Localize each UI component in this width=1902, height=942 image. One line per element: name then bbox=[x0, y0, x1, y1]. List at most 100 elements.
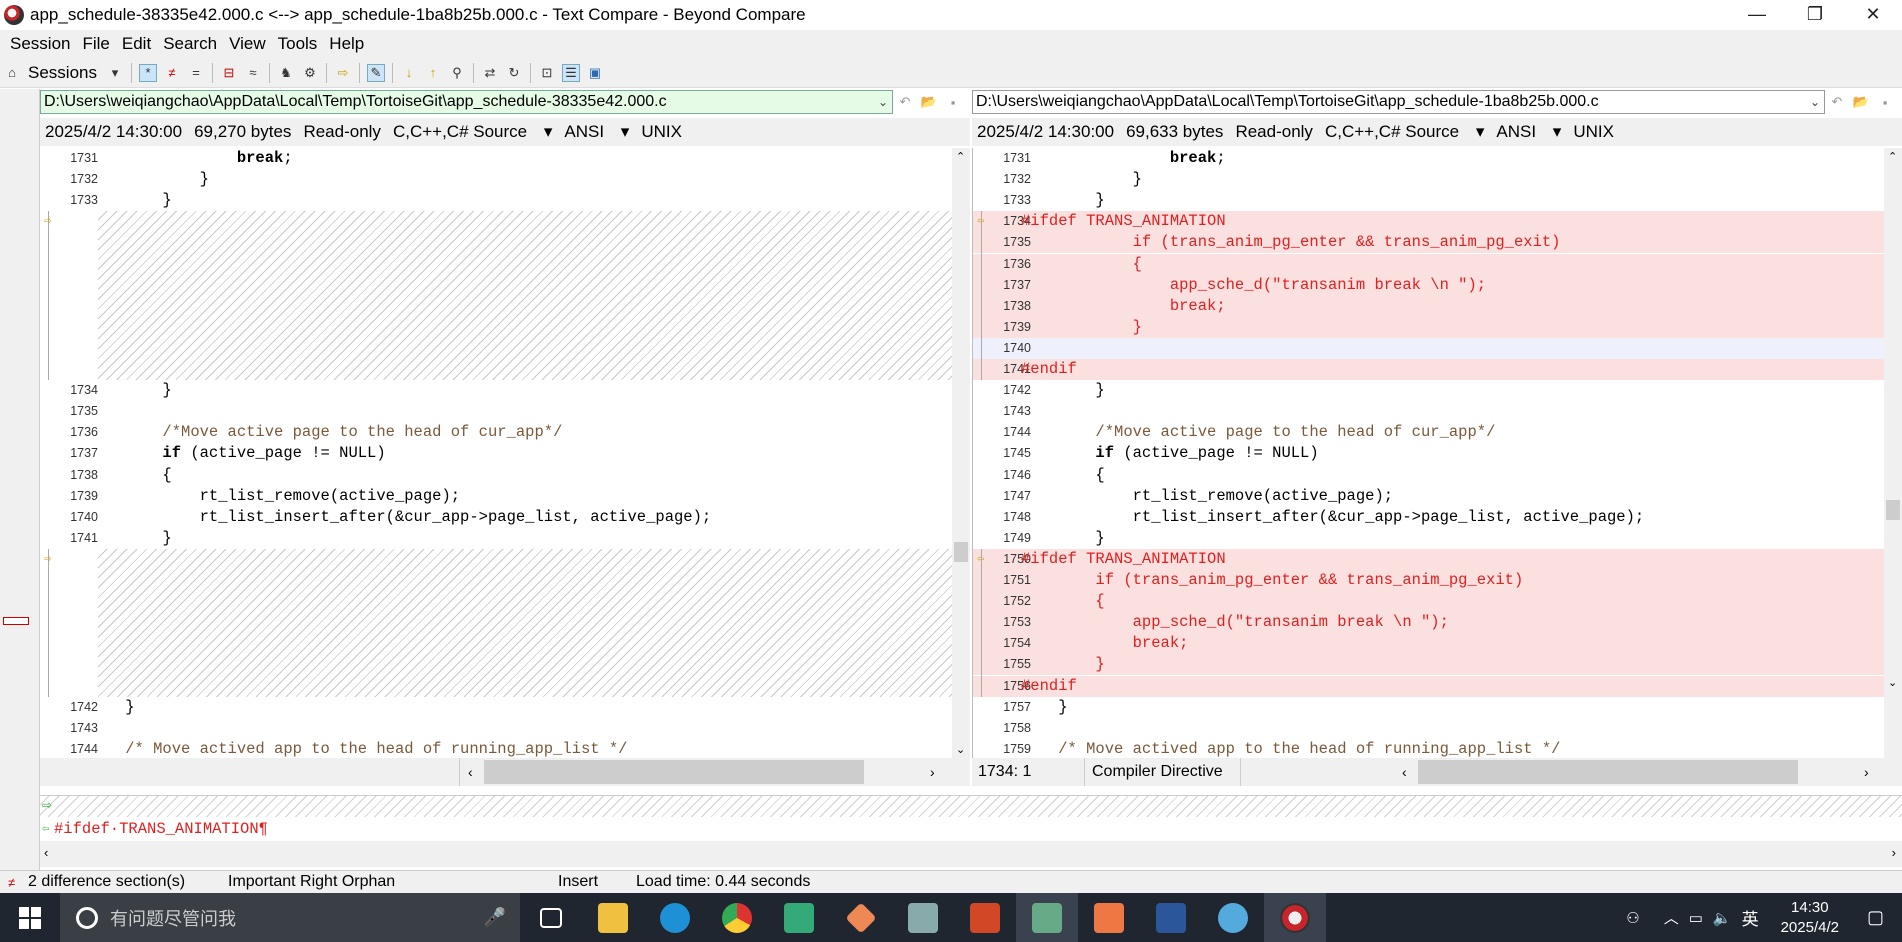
right-code-line[interactable]: 1755 } bbox=[973, 654, 1884, 676]
restore-button[interactable]: ❐ bbox=[1786, 0, 1844, 29]
thumbnail-gutter[interactable] bbox=[0, 89, 40, 873]
right-code-line[interactable]: 1752 { bbox=[973, 591, 1884, 613]
right-code-line[interactable]: 1743 bbox=[973, 401, 1884, 422]
detail-scrollbar[interactable]: ‹ › bbox=[40, 841, 1902, 867]
left-open-folder-icon[interactable]: 📂 bbox=[920, 93, 938, 111]
next-diff-icon[interactable]: ↓ bbox=[400, 64, 418, 82]
chrome-icon[interactable] bbox=[706, 893, 768, 942]
left-code-line[interactable]: 1738 { bbox=[40, 465, 970, 486]
right-code-line[interactable]: 1736 { bbox=[973, 253, 1884, 275]
left-code-line[interactable]: 1744 /* Move actived app to the head of … bbox=[40, 739, 970, 758]
left-code-line[interactable]: 1739 rt_list_remove(active_page); bbox=[40, 486, 970, 507]
home-icon[interactable]: ⌂ bbox=[3, 64, 21, 82]
left-code-line[interactable]: 1733 } bbox=[40, 190, 970, 211]
menu-search[interactable]: Search bbox=[163, 34, 217, 54]
left-code-line[interactable]: 1743 bbox=[40, 718, 970, 739]
format-icon[interactable]: ⚙ bbox=[301, 64, 319, 82]
find-binoculars-icon[interactable]: ⚲ bbox=[448, 64, 466, 82]
notification-icon[interactable]: ▢ bbox=[1867, 907, 1884, 928]
scroll-up-icon[interactable]: ⌃ bbox=[1888, 150, 1897, 163]
right-horizontal-scrollbar[interactable]: 1734: 1 Compiler Directive ‹ › bbox=[972, 758, 1902, 786]
clock[interactable]: 14:30 2025/4/2 bbox=[1781, 898, 1839, 938]
right-code-line[interactable]: 1732 } bbox=[973, 169, 1884, 190]
right-diff-arrow-icon[interactable]: ⇦ bbox=[977, 215, 991, 227]
word-icon[interactable] bbox=[1140, 893, 1202, 942]
similar-icon[interactable]: ≈ bbox=[244, 64, 262, 82]
right-code-line[interactable]: 1748 rt_list_insert_after(&cur_app->page… bbox=[973, 507, 1884, 528]
menu-file[interactable]: File bbox=[82, 34, 109, 54]
right-code-line[interactable]: 1742 } bbox=[973, 380, 1884, 401]
right-code-line[interactable]: 1751 if (trans_anim_pg_enter && trans_an… bbox=[973, 570, 1884, 591]
left-save-icon[interactable]: ▪ bbox=[944, 93, 962, 111]
right-code-line[interactable]: 1744 /*Move active page to the head of c… bbox=[973, 422, 1884, 443]
right-code-line[interactable]: 1738 break; bbox=[973, 295, 1884, 317]
scroll-down-icon[interactable]: ⌄ bbox=[956, 743, 965, 756]
people-icon[interactable]: ⚇ bbox=[1626, 909, 1639, 927]
file-explorer-icon[interactable] bbox=[582, 893, 644, 942]
scroll-right-icon[interactable]: › bbox=[1864, 764, 1869, 780]
prev-diff-icon[interactable]: ↑ bbox=[424, 64, 442, 82]
left-lineend[interactable]: UNIX bbox=[641, 122, 682, 142]
show-all-icon[interactable]: * bbox=[138, 63, 157, 82]
left-history-icon[interactable]: ↶ bbox=[896, 93, 914, 111]
left-horizontal-scrollbar[interactable]: ‹ › bbox=[40, 758, 970, 786]
right-code-line[interactable]: 1739 } bbox=[973, 316, 1884, 338]
right-path-field[interactable]: D:\Users\weiqiangchao\AppData\Local\Temp… bbox=[972, 90, 1825, 114]
right-diff-arrow-icon[interactable]: ⇦ bbox=[977, 553, 991, 565]
left-code-line[interactable]: 1736 /*Move active page to the head of c… bbox=[40, 422, 970, 443]
menu-tools[interactable]: Tools bbox=[278, 34, 318, 54]
diff-overview-marker[interactable] bbox=[3, 617, 29, 625]
right-lineend[interactable]: UNIX bbox=[1573, 122, 1614, 142]
swap-sides-icon[interactable]: ⇄ bbox=[481, 64, 499, 82]
reload-icon[interactable]: ↻ bbox=[505, 64, 523, 82]
show-same-icon[interactable]: = bbox=[187, 64, 205, 82]
left-code-line[interactable]: 1742 } bbox=[40, 697, 970, 718]
left-vscroll-thumb[interactable] bbox=[954, 542, 968, 562]
left-diff-arrow-icon[interactable]: ⇨ bbox=[44, 215, 58, 227]
right-code-line[interactable]: 1749 } bbox=[973, 528, 1884, 549]
menu-edit[interactable]: Edit bbox=[122, 34, 151, 54]
right-code-line[interactable]: 1740 bbox=[973, 337, 1884, 359]
tortoisegit-icon[interactable] bbox=[1016, 893, 1078, 942]
beyond-compare-taskbar-icon[interactable] bbox=[1264, 893, 1326, 942]
microphone-icon[interactable]: 🎤 bbox=[484, 907, 506, 928]
scroll-left-icon[interactable]: ‹ bbox=[44, 845, 48, 860]
scroll-right-icon[interactable]: › bbox=[930, 764, 935, 780]
volume-icon[interactable]: 🔈 bbox=[1713, 909, 1732, 927]
right-history-icon[interactable]: ↶ bbox=[1828, 93, 1846, 111]
sessions-button[interactable]: Sessions bbox=[28, 63, 97, 83]
tray-expand-icon[interactable]: ︿ bbox=[1664, 907, 1679, 928]
task-view-icon[interactable] bbox=[520, 893, 582, 942]
edit-pencil-icon[interactable]: ✎ bbox=[366, 63, 385, 82]
scroll-left-icon[interactable]: ‹ bbox=[468, 764, 473, 780]
right-code-line[interactable]: 1741 #endif bbox=[973, 359, 1884, 380]
left-path-field[interactable]: D:\Users\weiqiangchao\AppData\Local\Temp… bbox=[40, 90, 893, 114]
layout-icon[interactable]: ☰ bbox=[561, 63, 580, 82]
excel-icon[interactable] bbox=[768, 893, 830, 942]
skype-icon[interactable] bbox=[644, 893, 706, 942]
right-text-pane[interactable]: 1731 break; 1732 } 1733 } 1734 #ifdef TRANS_… bbox=[972, 148, 1884, 758]
left-code-line[interactable]: 1735 bbox=[40, 401, 970, 422]
right-code-line[interactable]: 1745 if (active_page != NULL) bbox=[973, 443, 1884, 464]
git-icon[interactable] bbox=[830, 893, 892, 942]
menu-view[interactable]: View bbox=[229, 34, 266, 54]
powerpoint-icon[interactable] bbox=[954, 893, 1016, 942]
copy-to-right-icon[interactable]: ⇨ bbox=[334, 64, 352, 82]
right-vertical-scrollbar[interactable]: ⌃ ⌄ bbox=[1884, 148, 1902, 758]
left-text-pane[interactable]: 1731 break; 1732 } 1733 } ⇨ 1734 } 1735 1736 /… bbox=[40, 148, 970, 758]
right-code-line[interactable]: 1757 } bbox=[973, 697, 1884, 718]
left-diff-arrow-icon[interactable]: ⇨ bbox=[44, 553, 58, 565]
right-open-folder-icon[interactable]: 📂 bbox=[1852, 93, 1870, 111]
browser-icon[interactable] bbox=[1202, 893, 1264, 942]
right-hscroll-thumb[interactable] bbox=[1418, 760, 1798, 784]
right-code-line[interactable]: 1754 break; bbox=[973, 633, 1884, 655]
left-code-line[interactable]: 1732 } bbox=[40, 169, 970, 190]
right-code-line[interactable]: 1731 break; bbox=[973, 148, 1884, 169]
left-code-line[interactable]: 1737 if (active_page != NULL) bbox=[40, 443, 970, 464]
right-code-line[interactable]: 1756 #endif bbox=[973, 675, 1884, 697]
scroll-up-icon[interactable]: ⌃ bbox=[956, 150, 965, 163]
right-code-line[interactable]: 1735 if (trans_anim_pg_enter && trans_an… bbox=[973, 232, 1884, 254]
right-code-line[interactable]: 1750 #ifdef TRANS_ANIMATION bbox=[973, 548, 1884, 570]
ignore-icon[interactable]: ⊡ bbox=[538, 64, 556, 82]
right-save-icon[interactable]: ▪ bbox=[1876, 93, 1894, 111]
